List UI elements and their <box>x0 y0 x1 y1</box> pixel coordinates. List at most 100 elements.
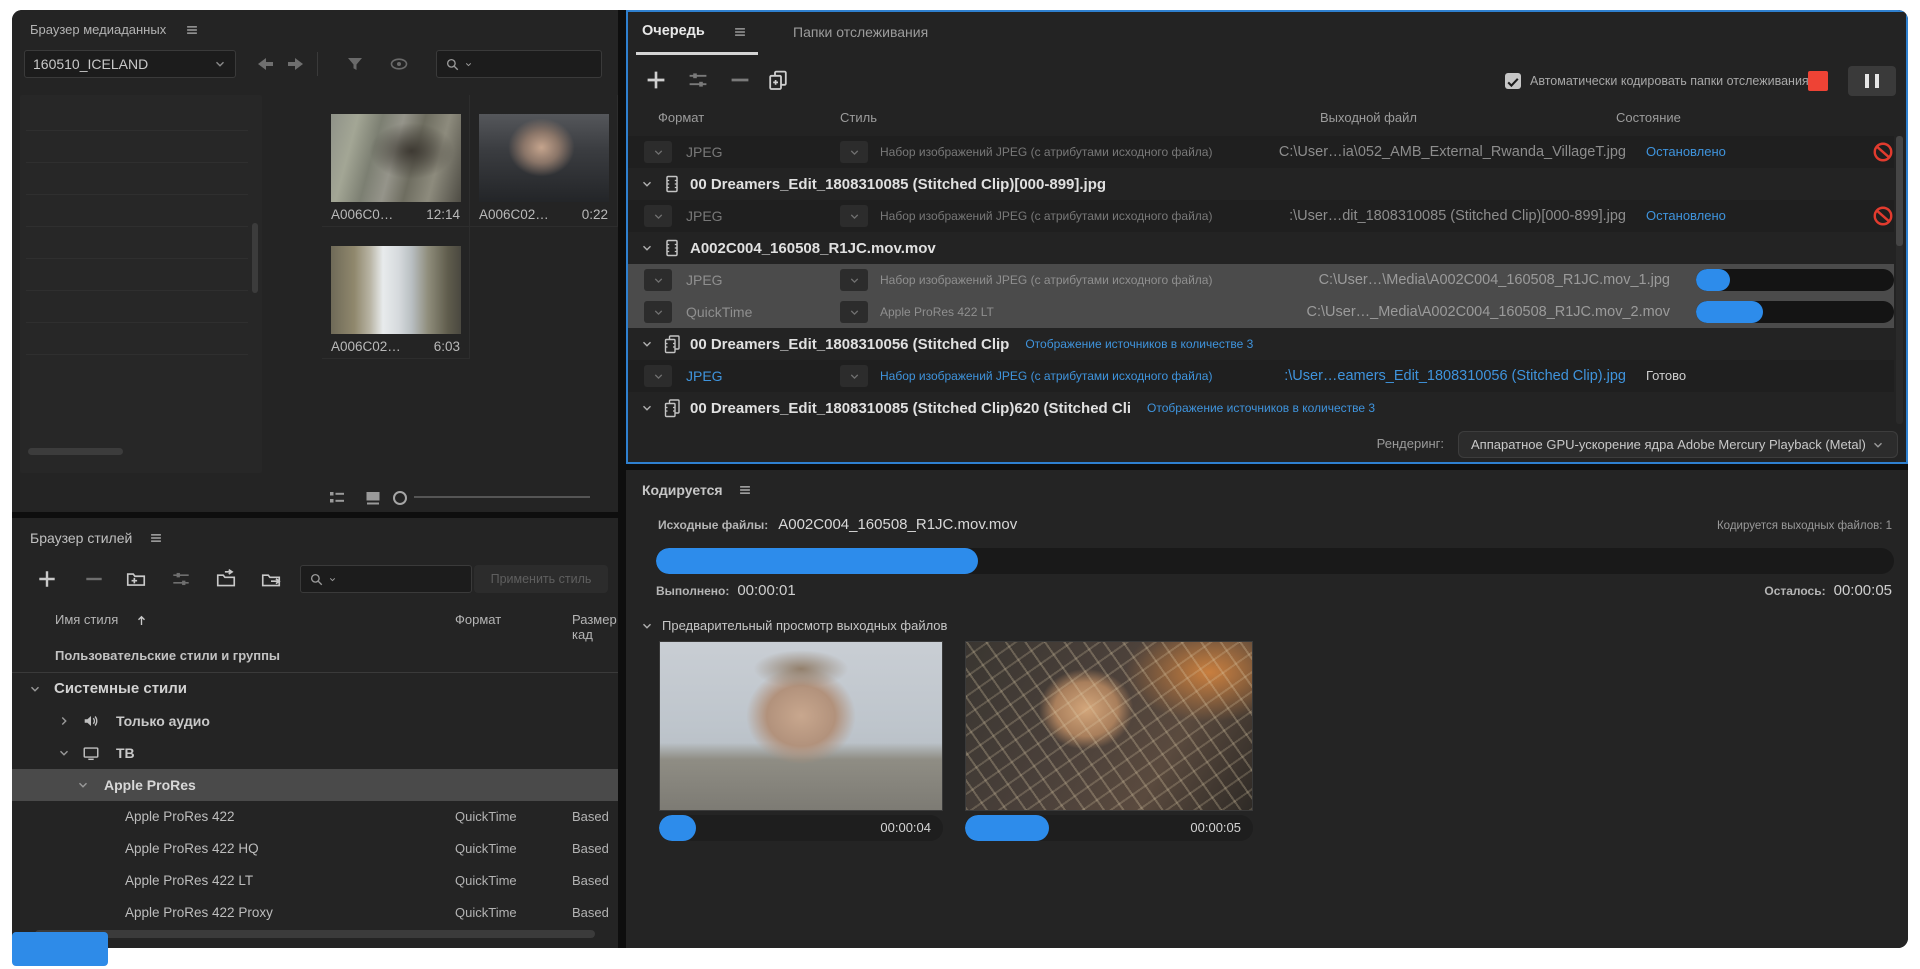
column-preset-name[interactable]: Имя стиля <box>55 612 118 627</box>
preset-search-input[interactable] <box>300 565 472 593</box>
chevron-down-icon[interactable] <box>640 241 654 255</box>
status-label: Остановлено <box>1646 208 1726 223</box>
preset-dropdown[interactable] <box>840 365 868 387</box>
add-source-icon[interactable] <box>644 68 668 92</box>
preset-group-audio[interactable]: Только аудио <box>12 705 618 737</box>
preset-dropdown[interactable] <box>840 205 868 227</box>
preset-horizontal-scrollbar[interactable] <box>35 930 595 938</box>
show-sources-link[interactable]: Отображение источников в количестве 3 <box>1147 401 1375 415</box>
preset-section-user[interactable]: Пользовательские стили и группы <box>12 640 618 673</box>
preset-dropdown[interactable] <box>840 301 868 323</box>
clip-thumbnail[interactable] <box>331 114 461 202</box>
folder-select[interactable]: 160510_ICELAND <box>24 50 236 78</box>
tree-vertical-scrollbar[interactable] <box>252 223 258 293</box>
panel-menu-icon[interactable] <box>732 25 748 39</box>
job-settings-icon[interactable] <box>686 68 710 92</box>
chevron-down-icon[interactable] <box>76 778 90 792</box>
renderer-select[interactable]: Аппаратное GPU-ускорение ядра Adobe Merc… <box>1458 431 1898 458</box>
output-path[interactable]: :\User…dit_1808310085 (Stitched Clip)[00… <box>1289 200 1626 232</box>
zoom-slider-knob[interactable] <box>393 491 407 505</box>
cancel-icon[interactable] <box>1872 205 1894 227</box>
preset-table-header: Имя стиля Формат Размер кад <box>12 612 618 642</box>
queue-group-row[interactable]: 00 Dreamers_Edit_1808310056 (Stitched Cl… <box>628 328 1894 360</box>
preset-toolbar: Применить стиль <box>12 565 618 593</box>
queue-output-row-encoding[interactable]: JPEG Набор изображений JPEG (с атрибутам… <box>628 264 1894 296</box>
queue-output-row[interactable]: JPEG Набор изображений JPEG (с атрибутам… <box>628 200 1894 232</box>
queue-vertical-scrollbar[interactable] <box>1896 136 1903 424</box>
preview-section-header[interactable]: Предварительный просмотр выходных файлов <box>640 618 947 633</box>
media-folder-tree[interactable] <box>20 95 262 473</box>
tree-horizontal-scrollbar[interactable] <box>28 448 123 455</box>
preset-dropdown[interactable] <box>840 141 868 163</box>
stop-queue-button[interactable] <box>1808 71 1828 91</box>
chevron-down-icon[interactable] <box>640 177 654 191</box>
source-name: A002C004_160508_R1JC.mov.mov <box>690 239 936 257</box>
output-path[interactable]: C:\User…_Media\A002C004_160508_R1JC.mov_… <box>1307 296 1671 328</box>
preset-row[interactable]: Apple ProRes 422 Proxy QuickTime Based <box>12 897 618 929</box>
preset-group-tv[interactable]: ТВ <box>12 737 618 769</box>
clip-cell[interactable]: A006C02… 0:22 <box>470 95 618 227</box>
queue-group-row[interactable]: 00 Dreamers_Edit_1808310085 (Stitched Cl… <box>628 392 1894 424</box>
preset-section-system[interactable]: Системные стили <box>12 673 618 705</box>
chevron-down-icon[interactable] <box>640 337 654 351</box>
media-browser-title: Браузер медиаданных <box>30 22 167 37</box>
output-path[interactable]: C:\User…\Media\A002C004_160508_R1JC.mov_… <box>1319 264 1670 296</box>
export-preset-icon[interactable] <box>259 568 283 590</box>
preset-row[interactable]: Apple ProRes 422 LT QuickTime Based <box>12 865 618 897</box>
format-dropdown[interactable] <box>644 205 672 227</box>
format-dropdown[interactable] <box>644 365 672 387</box>
output-path[interactable]: :\User…eamers_Edit_1808310056 (Stitched … <box>1284 360 1626 392</box>
media-search-input[interactable] <box>436 50 602 78</box>
panel-menu-icon[interactable] <box>737 483 753 497</box>
remove-icon[interactable] <box>728 68 752 92</box>
remove-preset-icon[interactable] <box>82 568 106 590</box>
tab-queue[interactable]: Очередь <box>642 23 705 39</box>
queue-group-row[interactable]: A002C004_160508_R1JC.mov.mov <box>628 232 1894 264</box>
pause-queue-button[interactable] <box>1848 66 1896 96</box>
apply-preset-button[interactable]: Применить стиль <box>474 565 608 593</box>
show-sources-link[interactable]: Отображение источников в количестве 3 <box>1025 337 1253 351</box>
cancel-icon[interactable] <box>1872 141 1894 163</box>
chevron-right-icon[interactable] <box>57 714 71 728</box>
format-dropdown[interactable] <box>644 269 672 291</box>
chevron-down-icon[interactable] <box>28 682 42 696</box>
clip-thumbnail[interactable] <box>331 246 461 334</box>
duplicate-icon[interactable] <box>766 68 790 92</box>
chevron-down-icon[interactable] <box>640 401 654 415</box>
thumbnail-view-icon[interactable] <box>363 488 383 508</box>
preset-row[interactable]: Apple ProRes 422 QuickTime Based <box>12 801 618 833</box>
queue-output-row[interactable]: JPEG Набор изображений JPEG (с атрибутам… <box>628 136 1894 168</box>
zoom-slider-track[interactable] <box>414 496 590 498</box>
preset-group-apple-prores[interactable]: Apple ProRes <box>12 769 618 801</box>
clip-cell[interactable]: A006C02… 6:03 <box>322 227 470 359</box>
list-view-icon[interactable] <box>327 488 347 508</box>
format-dropdown[interactable] <box>644 301 672 323</box>
panel-menu-icon[interactable] <box>184 23 200 37</box>
output-path[interactable]: C:\User…ia\052_AMB_External_Rwanda_Villa… <box>1279 136 1626 168</box>
preset-frame-size: Based <box>572 873 609 888</box>
new-group-icon[interactable] <box>124 568 148 590</box>
column-frame-size[interactable]: Размер кад <box>572 612 618 642</box>
filter-icon[interactable] <box>344 54 366 74</box>
format-dropdown[interactable] <box>644 141 672 163</box>
preset-browser-title: Браузер стилей <box>30 530 133 546</box>
chevron-down-icon[interactable] <box>57 746 71 760</box>
preset-settings-icon[interactable] <box>169 568 193 590</box>
import-preset-icon[interactable] <box>214 568 238 590</box>
column-format[interactable]: Формат <box>455 612 501 627</box>
preset-dropdown[interactable] <box>840 269 868 291</box>
panel-menu-icon[interactable] <box>148 531 164 545</box>
queue-output-row[interactable]: JPEG Набор изображений JPEG (с атрибутам… <box>628 360 1894 392</box>
sort-up-icon <box>134 613 149 628</box>
auto-encode-checkbox[interactable] <box>1505 73 1521 89</box>
add-preset-icon[interactable] <box>35 568 59 590</box>
queue-output-row-encoding[interactable]: QuickTime Apple ProRes 422 LT C:\User…_M… <box>628 296 1894 328</box>
queue-group-row[interactable]: 00 Dreamers_Edit_1808310085 (Stitched Cl… <box>628 168 1894 200</box>
forward-arrow-icon[interactable] <box>284 54 306 74</box>
back-arrow-icon[interactable] <box>255 54 277 74</box>
preset-row[interactable]: Apple ProRes 422 HQ QuickTime Based <box>12 833 618 865</box>
tab-watch-folders[interactable]: Папки отслеживания <box>793 24 928 40</box>
clip-thumbnail[interactable] <box>479 114 609 202</box>
preview-eye-icon[interactable] <box>388 54 410 74</box>
clip-cell[interactable]: A006C0… 12:14 <box>322 95 470 227</box>
